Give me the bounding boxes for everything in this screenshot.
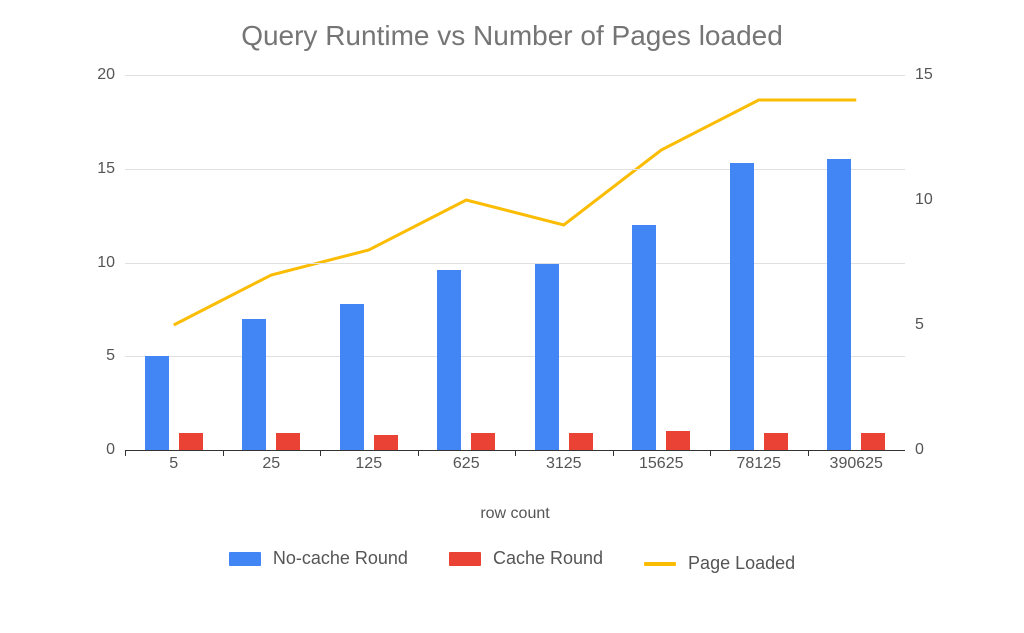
gridline	[125, 169, 905, 170]
bar-nocache	[827, 159, 851, 450]
y-axis-left-label: query runtime (ms)	[28, 0, 46, 75]
legend-label-page: Page Loaded	[688, 553, 795, 574]
x-tick: 25	[262, 455, 280, 473]
x-tick-mark	[710, 450, 711, 456]
bar-cache	[471, 433, 495, 450]
legend-item-nocache: No-cache Round	[229, 548, 408, 569]
legend-label-cache: Cache Round	[493, 548, 603, 569]
x-tick-mark	[418, 450, 419, 456]
bar-cache	[764, 433, 788, 450]
x-tick-mark	[808, 450, 809, 456]
bar-cache	[861, 433, 885, 450]
gridline	[125, 75, 905, 76]
y-right-tick: 5	[915, 316, 955, 334]
x-axis-label: row count	[125, 505, 905, 523]
bar-cache	[179, 433, 203, 450]
y-left-tick: 10	[75, 254, 115, 272]
chart-container: Query Runtime vs Number of Pages loaded …	[0, 0, 1024, 633]
x-tick: 78125	[737, 455, 782, 473]
bar-cache	[276, 433, 300, 450]
bar-cache	[374, 435, 398, 450]
gridline	[125, 263, 905, 264]
x-tick-mark	[223, 450, 224, 456]
x-tick-mark	[613, 450, 614, 456]
bar-nocache	[730, 163, 754, 450]
legend-label-nocache: No-cache Round	[273, 548, 408, 569]
plot-area	[125, 75, 905, 451]
y-right-tick: 15	[915, 66, 955, 84]
x-tick-mark	[515, 450, 516, 456]
x-tick: 3125	[546, 455, 582, 473]
chart-title: Query Runtime vs Number of Pages loaded	[0, 0, 1024, 52]
legend-swatch-red	[449, 552, 481, 566]
legend-item-cache: Cache Round	[449, 548, 603, 569]
y-left-tick: 15	[75, 160, 115, 178]
y-left-tick: 0	[75, 441, 115, 459]
y-left-tick: 20	[75, 66, 115, 84]
bar-nocache	[145, 356, 169, 450]
legend-swatch-blue	[229, 552, 261, 566]
bar-cache	[666, 431, 690, 450]
x-tick: 625	[453, 455, 480, 473]
bar-nocache	[340, 304, 364, 450]
x-tick: 5	[169, 455, 178, 473]
x-tick: 15625	[639, 455, 684, 473]
legend: No-cache Round Cache Round Page Loaded	[0, 548, 1024, 574]
x-tick-mark	[320, 450, 321, 456]
bar-nocache	[242, 319, 266, 450]
y-right-tick: 0	[915, 441, 955, 459]
page-loaded-line	[174, 100, 857, 325]
y-axis-right-label: page loaded	[970, 0, 988, 75]
y-right-tick: 10	[915, 191, 955, 209]
y-left-tick: 5	[75, 347, 115, 365]
x-tick: 125	[355, 455, 382, 473]
plot-wrapper: 0510152005101552512562531251562578125390…	[125, 75, 905, 475]
legend-item-page: Page Loaded	[644, 553, 795, 574]
bar-nocache	[535, 264, 559, 450]
bar-nocache	[437, 270, 461, 450]
bar-cache	[569, 433, 593, 450]
bar-nocache	[632, 225, 656, 450]
legend-swatch-yellow	[644, 562, 676, 566]
x-tick: 390625	[830, 455, 883, 473]
x-tick-mark	[125, 450, 126, 456]
